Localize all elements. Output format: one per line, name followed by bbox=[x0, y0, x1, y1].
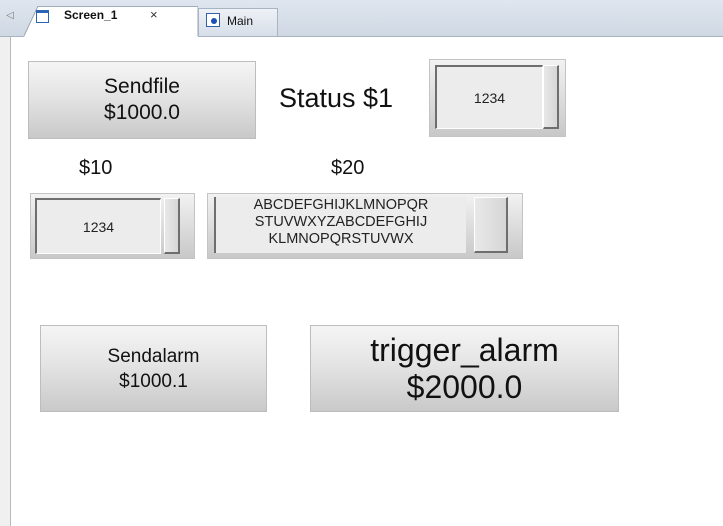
trigger-alarm-button[interactable]: trigger_alarm $2000.0 bbox=[310, 325, 619, 412]
send-file-button-address: $1000.0 bbox=[104, 101, 180, 124]
editor-tab-strip: ◁ Screen_1 × Main bbox=[0, 0, 723, 37]
io-field-20-line: STUVWXYZABCDEFGHIJ bbox=[254, 214, 428, 230]
trigger-alarm-button-address: $2000.0 bbox=[406, 368, 523, 405]
tab-scroll-left-icon[interactable]: ◁ bbox=[4, 8, 16, 24]
send-alarm-button[interactable]: Sendalarm $1000.1 bbox=[40, 325, 267, 412]
status-io-thumb[interactable] bbox=[543, 65, 559, 129]
io-field-20-line: ABCDEFGHIJKLMNOPQR bbox=[253, 197, 429, 213]
screen-canvas: Sendfile $1000.0 Status $1 1234 $10 $20 … bbox=[10, 37, 723, 526]
io-field-20-line: KLMNOPQRSTUVWX bbox=[268, 231, 414, 247]
status-io-field[interactable]: 1234 bbox=[429, 59, 566, 137]
io-field-20-thumb[interactable] bbox=[474, 197, 508, 253]
io-field-20-text: ABCDEFGHIJKLMNOPQR STUVWXYZABCDEFGHIJ KL… bbox=[214, 197, 466, 253]
io-field-10[interactable]: 1234 bbox=[30, 193, 195, 259]
io-field-10-value: 1234 bbox=[35, 198, 161, 254]
main-screen-icon bbox=[206, 13, 220, 27]
io-field-20[interactable]: ABCDEFGHIJKLMNOPQR STUVWXYZABCDEFGHIJ KL… bbox=[207, 193, 523, 259]
window-icon bbox=[36, 10, 49, 23]
address-label-20: $20 bbox=[331, 157, 365, 179]
send-alarm-button-label: Sendalarm bbox=[107, 345, 200, 367]
io-field-10-thumb[interactable] bbox=[164, 198, 180, 254]
send-file-button-label: Sendfile bbox=[104, 75, 180, 98]
tab-main-label: Main bbox=[227, 14, 254, 28]
tab-main[interactable]: Main bbox=[198, 8, 278, 36]
status-io-value: 1234 bbox=[435, 65, 543, 129]
send-file-button[interactable]: Sendfile $1000.0 bbox=[28, 61, 256, 139]
tab-screen-1-label: Screen_1 bbox=[64, 8, 118, 22]
trigger-alarm-button-label: trigger_alarm bbox=[370, 331, 559, 368]
status-label: Status $1 bbox=[279, 83, 394, 113]
address-label-10: $10 bbox=[79, 157, 113, 179]
tab-close-icon[interactable]: × bbox=[150, 7, 158, 22]
send-alarm-button-address: $1000.1 bbox=[119, 370, 188, 392]
